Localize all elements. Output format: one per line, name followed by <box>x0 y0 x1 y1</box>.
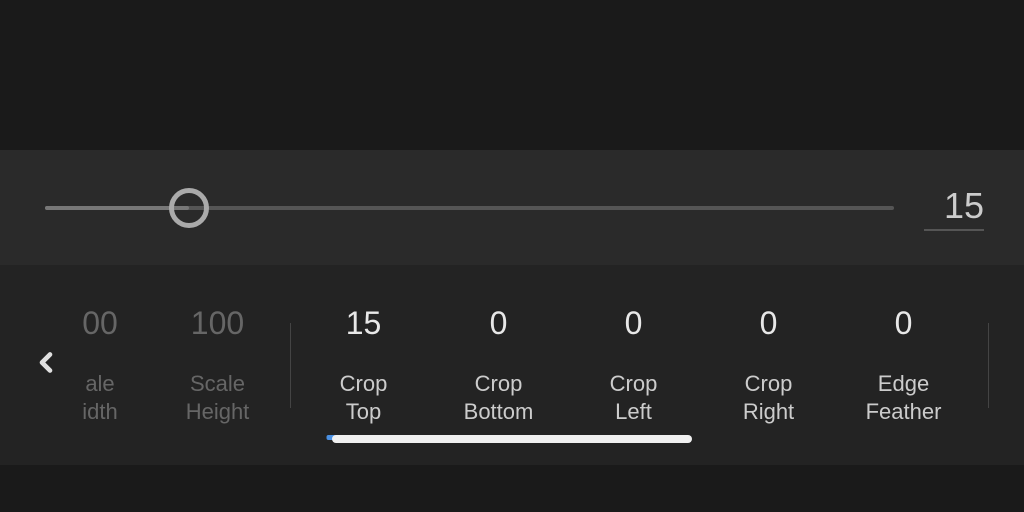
param-crop-right[interactable]: 0 CropRight <box>701 265 836 465</box>
chevron-left-icon <box>30 347 62 379</box>
param-label: EdgeFeather <box>866 370 942 425</box>
param-label: CropRight <box>743 370 794 425</box>
divider <box>988 323 989 408</box>
param-value: 0 <box>895 305 913 342</box>
param-value: 00 <box>82 305 118 342</box>
param-scale-width[interactable]: 00 aleidth <box>80 265 150 465</box>
param-value: 0 <box>760 305 778 342</box>
param-label: CropTop <box>340 370 388 425</box>
slider-handle[interactable] <box>169 188 209 228</box>
slider-section: 15 <box>0 150 1024 265</box>
param-value: 0 <box>625 305 643 342</box>
param-label: CropBottom <box>464 370 534 425</box>
parameters-section: 00 aleidth 100 ScaleHeight 15 CropTop 0 … <box>0 265 1024 465</box>
scroll-indicator[interactable] <box>332 435 692 443</box>
preview-area <box>0 0 1024 150</box>
slider-track-filled <box>45 206 189 210</box>
param-scale-height[interactable]: 100 ScaleHeight <box>150 265 285 465</box>
param-label: CropLeft <box>610 370 658 425</box>
back-arrow[interactable] <box>30 347 62 384</box>
slider-track-container[interactable] <box>45 188 894 228</box>
param-label: ScaleHeight <box>186 370 250 425</box>
param-value: 15 <box>346 305 382 342</box>
param-value: 100 <box>191 305 244 342</box>
slider-value-display[interactable]: 15 <box>924 185 984 231</box>
param-label: aleidth <box>82 370 117 425</box>
divider <box>290 323 291 408</box>
param-edge-feather[interactable]: 0 EdgeFeather <box>836 265 971 465</box>
param-value: 0 <box>490 305 508 342</box>
